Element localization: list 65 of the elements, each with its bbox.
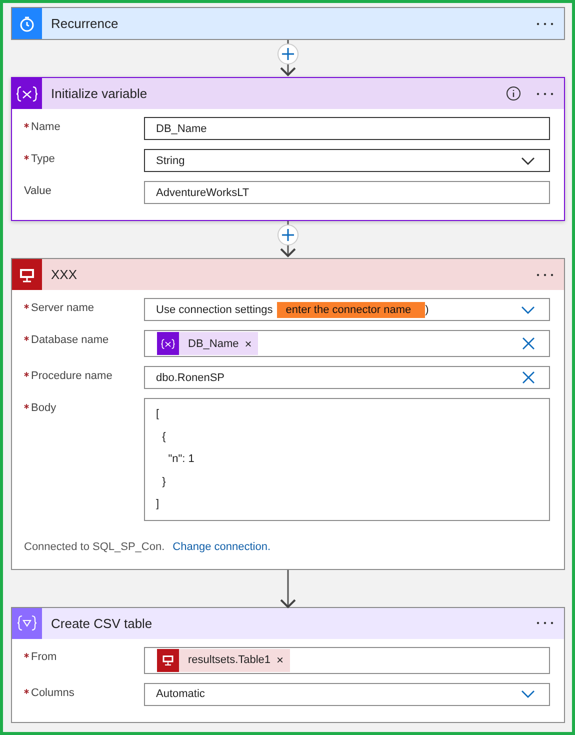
- step-header[interactable]: Recurrence: [12, 8, 564, 39]
- remove-token-button[interactable]: ×: [244, 336, 252, 350]
- token-text: resultsets.Table1: [188, 654, 271, 666]
- remove-token-button[interactable]: ×: [276, 653, 284, 667]
- field-label: Body: [31, 402, 56, 414]
- more-options-icon[interactable]: [536, 22, 554, 26]
- chevron-down-icon[interactable]: [520, 306, 535, 314]
- token-text: DB_Name: [188, 338, 239, 350]
- input-field[interactable]: DB_Name: [144, 117, 550, 140]
- info-icon[interactable]: [506, 86, 521, 101]
- monitor-icon: [162, 654, 174, 666]
- monitor-icon: [19, 266, 35, 282]
- input-field[interactable]: AdventureWorksLT: [144, 181, 550, 204]
- field-value: dbo.RonenSP: [156, 372, 224, 384]
- input-field[interactable]: resultsets.Table1 ×: [144, 646, 550, 674]
- code-line: "n": 1: [167, 452, 194, 467]
- text-area[interactable]: [ { "n": 1 } ]: [144, 398, 550, 520]
- step-title: Initialize variable: [51, 86, 148, 101]
- field-label: From: [31, 650, 57, 662]
- step-header[interactable]: XXX: [12, 259, 564, 290]
- change-connection-link[interactable]: Change connection.: [172, 540, 271, 552]
- chevron-down-icon[interactable]: [521, 690, 535, 698]
- clear-icon[interactable]: [522, 371, 535, 384]
- step-title: XXX: [51, 267, 78, 282]
- code-line: [: [156, 407, 160, 422]
- more-options-icon[interactable]: [536, 621, 554, 625]
- field-value: String: [156, 154, 185, 166]
- field-value: Automatic: [156, 688, 205, 700]
- more-options-icon[interactable]: [536, 92, 554, 96]
- input-field[interactable]: dbo.RonenSP: [144, 366, 550, 389]
- token-chip[interactable]: resultsets.Table1 ×: [157, 648, 290, 672]
- code-line: {: [161, 430, 167, 444]
- add-step-connector-drawing[interactable]: [276, 221, 300, 258]
- field-value-suffix: ): [425, 304, 429, 316]
- field-label: Columns: [31, 686, 74, 698]
- dropdown-field[interactable]: Automatic: [144, 682, 550, 706]
- variable-icon: [161, 338, 175, 350]
- dropdown-field[interactable]: Use connection settings enter the connector name ): [144, 298, 550, 321]
- field-label: Server name: [31, 302, 94, 314]
- braces-filter-icon: [17, 615, 37, 631]
- code-line: ]: [156, 497, 160, 512]
- field-value: DB_Name: [156, 122, 207, 134]
- clear-icon[interactable]: [522, 337, 535, 350]
- input-field[interactable]: DB_Name ×: [144, 330, 550, 357]
- code-line: }: [161, 474, 167, 490]
- field-label: Database name: [31, 334, 109, 346]
- clock-icon: [19, 16, 35, 32]
- field-label: Type: [31, 153, 55, 165]
- step-header[interactable]: Create CSV table: [12, 608, 564, 638]
- chevron-down-icon[interactable]: [521, 156, 535, 164]
- dropdown-field[interactable]: String: [144, 149, 550, 172]
- field-label: Name: [31, 121, 60, 133]
- variable-icon: [16, 86, 38, 102]
- annotation-label: enter the connector name: [276, 302, 426, 318]
- connection-status: Connected to SQL_SP_Con.: [24, 540, 165, 552]
- field-label: Value: [24, 185, 52, 197]
- step-header[interactable]: Initialize variable: [12, 78, 564, 109]
- more-options-icon[interactable]: [536, 272, 554, 276]
- step-title: Create CSV table: [51, 616, 154, 630]
- field-value: AdventureWorksLT: [156, 186, 250, 198]
- token-chip[interactable]: DB_Name ×: [157, 332, 258, 355]
- field-label: Procedure name: [31, 370, 112, 382]
- add-step-connector-drawing[interactable]: [276, 40, 300, 77]
- step-title: Recurrence: [51, 16, 120, 31]
- field-value: Use connection settings: [156, 304, 273, 316]
